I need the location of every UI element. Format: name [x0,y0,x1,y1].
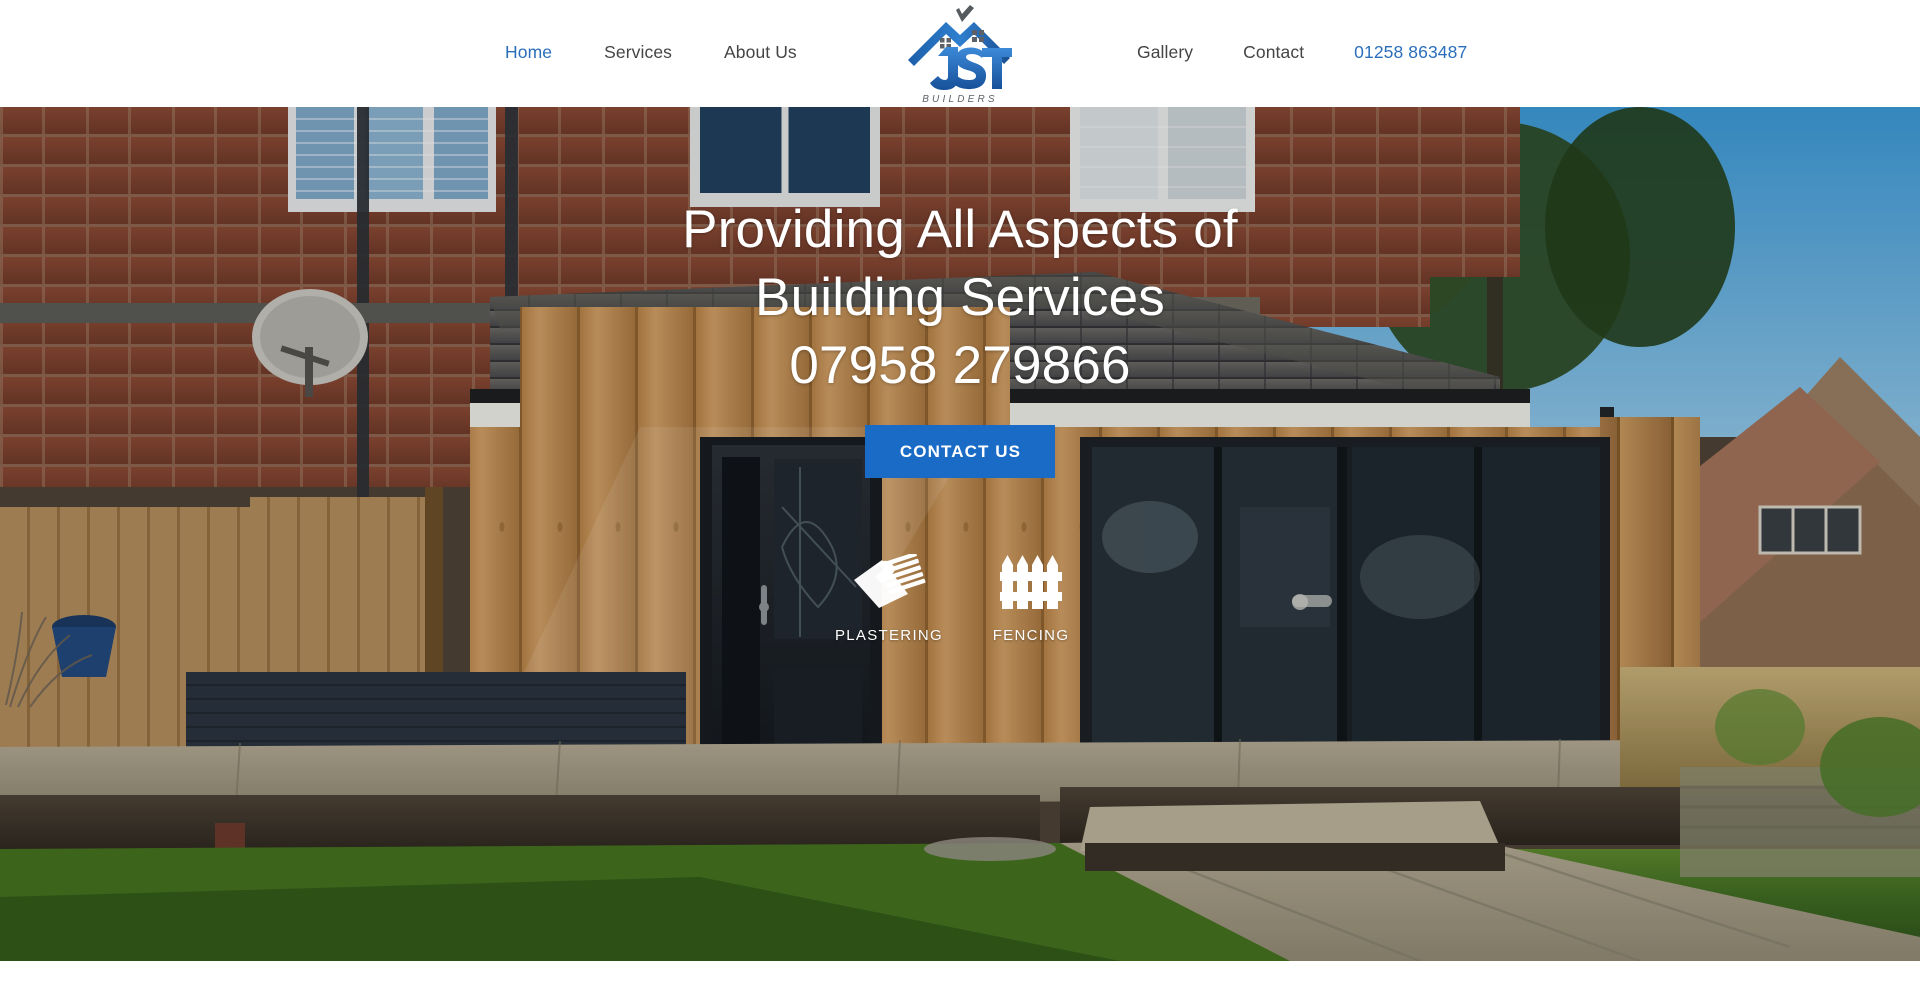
hero-section: Providing All Aspects of Building Servic… [0,107,1920,961]
service-item-plastering[interactable]: PLASTERING [832,551,946,644]
primary-navigation: Home Services About Us BUILDERS Gallery … [0,0,1920,107]
service-item-fencing[interactable]: FENCING [974,551,1088,644]
nav-right-group: Gallery Contact 01258 863487 [1137,43,1467,62]
hero-content: Providing All Aspects of Building Servic… [0,107,1920,644]
trowel-icon [852,551,926,613]
page-bottom-whitespace [0,961,1920,993]
hero-headline-line2: Building Services [755,268,1165,327]
hero-headline: Providing All Aspects of Building Servic… [0,196,1920,400]
nav-item-home[interactable]: Home [505,43,552,62]
hero-phone-number: 07958 279866 [789,336,1131,395]
nav-item-contact[interactable]: Contact [1243,43,1304,62]
hero-services-row: PLASTERING FENCING [0,551,1920,644]
nav-item-gallery[interactable]: Gallery [1137,43,1193,62]
nav-item-about-us[interactable]: About Us [724,43,797,62]
contact-us-button[interactable]: CONTACT US [864,425,1056,478]
site-header: Home Services About Us BUILDERS Gallery … [0,0,1920,107]
service-label-plastering: PLASTERING [834,627,944,644]
nav-item-phone[interactable]: 01258 863487 [1354,43,1467,62]
jst-builders-logo-icon: BUILDERS [908,5,1012,105]
nav-item-services[interactable]: Services [604,43,672,62]
hero-cta-wrap: CONTACT US [0,425,1920,478]
svg-text:BUILDERS: BUILDERS [922,94,998,105]
site-logo[interactable]: BUILDERS [900,2,1020,106]
hero-headline-line1: Providing All Aspects of [682,200,1238,259]
picket-fence-icon [1000,551,1062,613]
service-label-fencing: FENCING [992,627,1070,644]
nav-left-group: Home Services About Us [505,43,797,62]
